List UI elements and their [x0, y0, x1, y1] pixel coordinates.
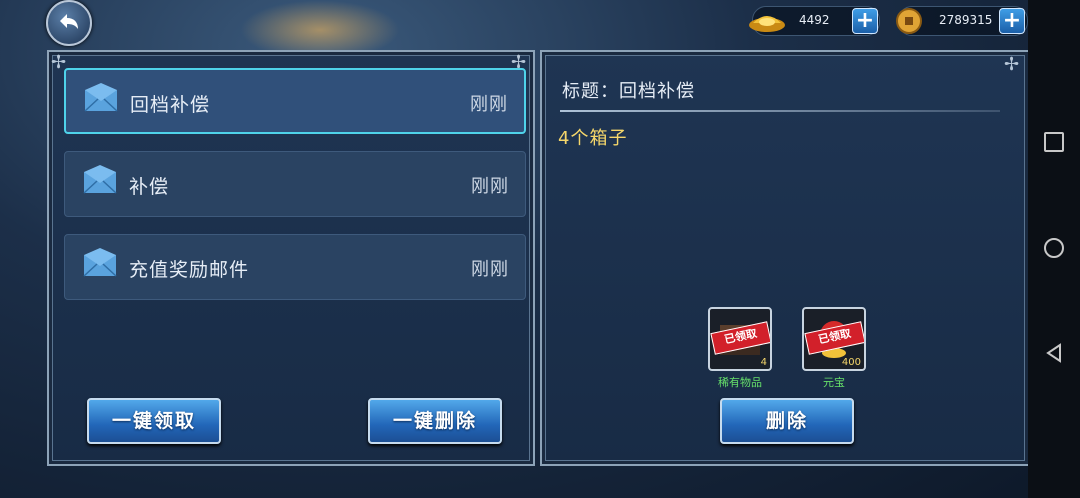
gold-ingot-counter: 4492 + [749, 6, 880, 36]
reward-quantity: 4 [760, 357, 767, 368]
recent-apps-icon[interactable] [1044, 132, 1064, 152]
back-arrow-icon [60, 14, 78, 29]
reward-quantity: 400 [841, 357, 861, 368]
copper-coin-icon [896, 8, 922, 34]
mail-item[interactable]: 回档补偿 刚刚 [64, 68, 526, 134]
mail-title: 补偿 [129, 176, 170, 198]
home-icon[interactable] [1044, 238, 1064, 258]
corner-ornament-icon: ✢ [1004, 54, 1020, 75]
delete-all-button[interactable]: 一键删除 [368, 398, 502, 444]
system-nav-bar [1028, 0, 1080, 498]
reward-item-yuanbao[interactable]: 已领取 400 [802, 307, 866, 371]
copper-coin-counter: 2789315 + [896, 6, 1028, 36]
copper-coin-value: 2789315 [939, 13, 993, 27]
mail-detail-panel: ✢ 标题：回档补偿 4个箱子 已领取 4 稀有物品 已领取 400 元宝 删除 [540, 50, 1030, 466]
mail-subject: 标题：回档补偿 [562, 81, 695, 102]
subject-divider [560, 110, 1000, 112]
back-triangle-icon[interactable] [1044, 343, 1064, 363]
mail-item[interactable]: 充值奖励邮件 刚刚 [64, 234, 526, 300]
envelope-icon [83, 165, 117, 194]
gold-ingot-icon [749, 16, 785, 32]
mail-time: 刚刚 [470, 94, 508, 115]
back-button[interactable] [46, 0, 92, 46]
reward-item-rare[interactable]: 已领取 4 [708, 307, 772, 371]
gold-ingot-value: 4492 [799, 13, 830, 27]
delete-button[interactable]: 删除 [720, 398, 854, 444]
mail-item[interactable]: 补偿 刚刚 [64, 151, 526, 217]
mail-body: 4个箱子 [558, 128, 628, 149]
mail-time: 刚刚 [471, 259, 509, 280]
add-copper-coin-button[interactable]: + [999, 8, 1025, 34]
mail-list-panel: ✢ ✢ 回档补偿 刚刚 补偿 刚刚 充值奖励邮件 刚刚 一键领取 一键删除 [47, 50, 535, 466]
mail-title: 充值奖励邮件 [129, 259, 250, 281]
add-gold-ingot-button[interactable]: + [852, 8, 878, 34]
envelope-icon [83, 248, 117, 277]
reward-name: 稀有物品 [718, 376, 762, 389]
claim-all-button[interactable]: 一键领取 [87, 398, 221, 444]
mail-time: 刚刚 [471, 176, 509, 197]
mail-title: 回档补偿 [130, 94, 211, 116]
reward-name: 元宝 [823, 376, 845, 389]
envelope-icon [84, 83, 118, 112]
background-lantern-glow [240, 0, 400, 50]
